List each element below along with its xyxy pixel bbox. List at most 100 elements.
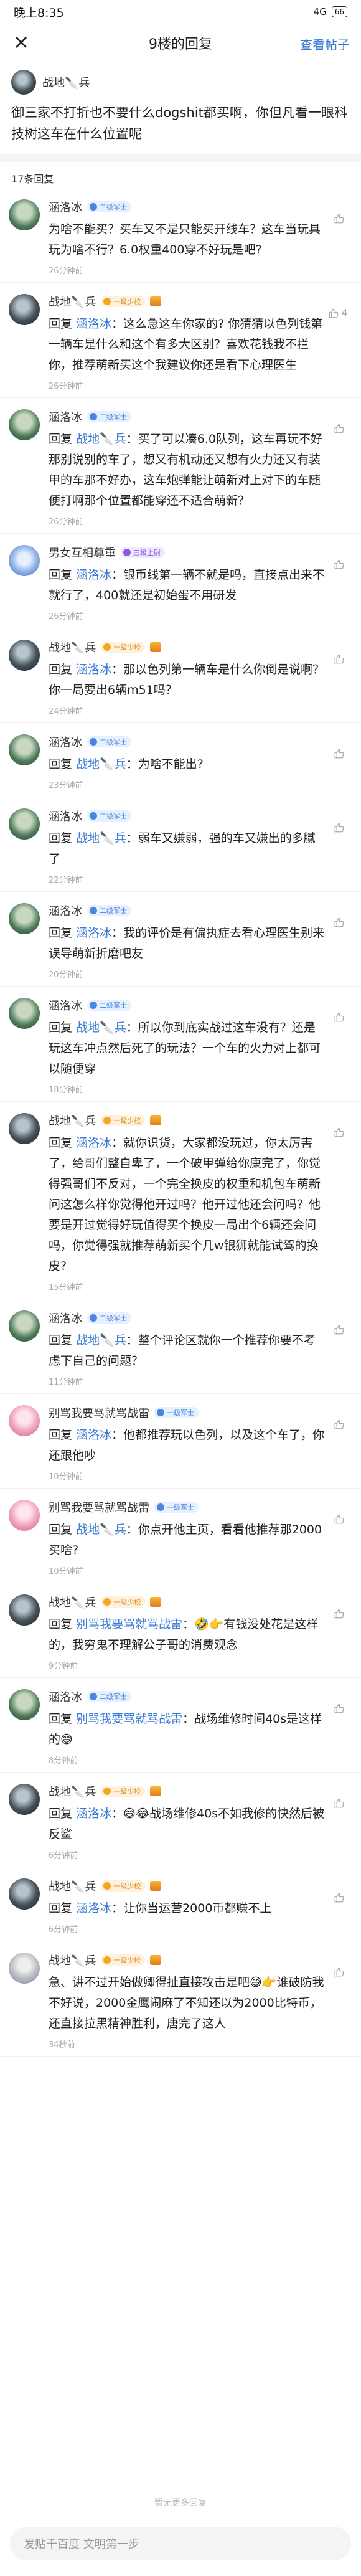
like-button[interactable] xyxy=(334,1127,347,1138)
username[interactable]: 战地🔪兵 xyxy=(49,1952,96,1968)
reply-target-user[interactable]: 涵洛冰 xyxy=(76,1428,111,1442)
username[interactable]: 涵洛冰 xyxy=(49,1688,82,1705)
reply-item[interactable]: 别骂我要骂就骂战雷 一级军士 回复 战地🔪兵：你点开他主页，看看他推荐那2000买啥… xyxy=(0,1489,361,1583)
reply-item[interactable]: 战地🔪兵 一级少校 回复 涵洛冰：那以色列第一辆车是什么你倒是说啊？你一局要出6辆m… xyxy=(0,628,361,723)
reply-item[interactable]: 战地🔪兵 一级少校 回复 涵洛冰：让你当运营2000币都赚不上 6分钟前 xyxy=(0,1867,361,1941)
reply-item[interactable]: 战地🔪兵 一级少校 回复 涵洛冰：😅😂战场维修40s不如我修的快然后被反鲨 6分钟前 xyxy=(0,1773,361,1867)
reply-target-user[interactable]: 涵洛冰 xyxy=(76,1136,111,1150)
avatar[interactable] xyxy=(9,1784,40,1815)
username[interactable]: 涵洛冰 xyxy=(49,1310,82,1326)
avatar[interactable] xyxy=(9,1405,40,1436)
username[interactable]: 别骂我要骂就骂战雷 xyxy=(49,1404,149,1421)
username[interactable]: 战地🔪兵 xyxy=(49,1878,96,1894)
username[interactable]: 战地🔪兵 xyxy=(49,1112,96,1129)
avatar[interactable] xyxy=(9,545,40,576)
like-button[interactable] xyxy=(334,1892,347,1903)
reply-target-user[interactable]: 涵洛冰 xyxy=(76,1901,111,1915)
reply-target-user[interactable]: 战地🔪兵 xyxy=(76,757,126,771)
like-button[interactable] xyxy=(334,1608,347,1619)
rank-badge: 一级少校 xyxy=(101,1115,146,1126)
like-button[interactable] xyxy=(334,917,347,928)
username[interactable]: 涵洛冰 xyxy=(49,734,82,750)
rank-badge: 二级军士 xyxy=(87,1000,131,1011)
reply-item[interactable]: 战地🔪兵 一级少校 急、讲不过开始做卿得扯直接攻击是吧😅👉谁破防我不好说，2000金… xyxy=(0,1941,361,2057)
avatar[interactable] xyxy=(9,1500,40,1531)
reply-time: 10分钟前 xyxy=(49,1472,83,1482)
reply-target-user[interactable]: 涵洛冰 xyxy=(76,663,111,676)
reply-item[interactable]: 涵洛冰 二级军士 回复 战地🔪兵：买了可以凑6.0队列，这车再玩不好那别说别的车了，… xyxy=(0,398,361,534)
reply-item[interactable]: 战地🔪兵 一级少校 回复 涵洛冰：就你识货，大家都没玩过，你太厉害了，给哥们整自卑了… xyxy=(0,1102,361,1299)
username[interactable]: 涵洛冰 xyxy=(49,902,82,919)
like-button[interactable] xyxy=(334,1513,347,1525)
username[interactable]: 涵洛冰 xyxy=(49,997,82,1013)
username[interactable]: 涵洛冰 xyxy=(49,808,82,824)
avatar[interactable] xyxy=(9,1953,40,1984)
reply-target-user[interactable]: 别骂我要骂就骂战雷 xyxy=(76,1712,182,1726)
reply-target-user[interactable]: 涵洛冰 xyxy=(76,568,111,582)
avatar[interactable] xyxy=(9,1594,40,1626)
like-button[interactable] xyxy=(334,1324,347,1335)
reply-item[interactable]: 涵洛冰 二级军士 回复 战地🔪兵：弱车又嫌弱，强的车又嫌出的多腻了 22分钟前 xyxy=(0,797,361,892)
reply-text: 回复 涵洛冰：他都推荐玩以色列，以及这个车了，你还跟他吵 xyxy=(49,1425,352,1466)
thumb-up-icon xyxy=(329,308,339,318)
like-button[interactable] xyxy=(334,1797,347,1809)
reply-target-user[interactable]: 别骂我要骂就骂战雷 xyxy=(76,1617,182,1631)
avatar[interactable] xyxy=(9,640,40,671)
reply-item[interactable]: 别骂我要骂就骂战雷 一级军士 回复 涵洛冰：他都推荐玩以色列，以及这个车了，你还跟他… xyxy=(0,1394,361,1489)
reply-input[interactable]: 发贴千百度 文明第一步 xyxy=(10,2527,351,2560)
username[interactable]: 战地🔪兵 xyxy=(49,1594,96,1610)
reply-target-user[interactable]: 涵洛冰 xyxy=(76,926,111,940)
like-button[interactable] xyxy=(334,213,347,224)
username[interactable]: 战地🔪兵 xyxy=(49,293,96,310)
avatar[interactable] xyxy=(9,1310,40,1342)
avatar[interactable] xyxy=(9,409,40,440)
like-button[interactable] xyxy=(334,1419,347,1430)
avatar[interactable] xyxy=(11,70,36,95)
reply-item[interactable]: 涵洛冰 二级军士 回复 别骂我要骂就骂战雷：战场维修时间40s是这样的😅 8分钟前 xyxy=(0,1678,361,1773)
reply-target-user[interactable]: 战地🔪兵 xyxy=(76,831,126,845)
avatar[interactable] xyxy=(9,734,40,765)
rank-badge: 三级上尉 xyxy=(121,547,165,558)
reply-item[interactable]: 涵洛冰 二级军士 为啥不能买？买车又不是只能买开线车？这车当玩具玩为啥不行？6.0权… xyxy=(0,188,361,283)
avatar[interactable] xyxy=(9,199,40,230)
reply-target-user[interactable]: 战地🔪兵 xyxy=(76,432,126,446)
like-button[interactable] xyxy=(334,822,347,833)
like-button[interactable] xyxy=(334,1011,347,1023)
reply-item[interactable]: 涵洛冰 二级军士 回复 涵洛冰：我的评价是有偏执症去看心理医生别来误导萌新折磨吧友 2… xyxy=(0,892,361,987)
like-button[interactable]: 4 xyxy=(328,308,347,319)
like-button[interactable] xyxy=(334,1703,347,1714)
close-icon[interactable]: × xyxy=(10,31,32,54)
reply-time: 34秒前 xyxy=(49,2040,75,2050)
reply-item[interactable]: 涵洛冰 二级军士 回复 战地🔪兵：所以你到底实战过这车没有？还是玩这车冲点然后死了的… xyxy=(0,987,361,1102)
like-button[interactable] xyxy=(334,748,347,759)
reply-target-user[interactable]: 战地🔪兵 xyxy=(76,1333,126,1347)
like-button[interactable] xyxy=(334,559,347,570)
reply-item[interactable]: 战地🔪兵 一级少校 回复 别骂我要骂就骂战雷：🤣👉有钱没处花是这样的，我穷鬼不理解公… xyxy=(0,1583,361,1678)
username[interactable]: 涵洛冰 xyxy=(49,199,82,215)
avatar[interactable] xyxy=(9,1113,40,1144)
avatar[interactable] xyxy=(9,1878,40,1910)
avatar[interactable] xyxy=(9,808,40,840)
op-author-name[interactable]: 战地🔪兵 xyxy=(42,74,90,90)
reply-item[interactable]: 男女互相尊重 三级上尉 回复 涵洛冰：银币线第一辆不就是吗，直接点出来不就行了，40… xyxy=(0,534,361,628)
avatar[interactable] xyxy=(9,1689,40,1720)
reply-item[interactable]: 涵洛冰 二级军士 回复 战地🔪兵：为啥不能出? 23分钟前 xyxy=(0,723,361,797)
username[interactable]: 战地🔪兵 xyxy=(49,639,96,655)
view-post-button[interactable]: 查看帖子 xyxy=(300,35,350,53)
username[interactable]: 别骂我要骂就骂战雷 xyxy=(49,1499,149,1515)
reply-target-user[interactable]: 战地🔪兵 xyxy=(76,1021,126,1035)
username[interactable]: 男女互相尊重 xyxy=(49,544,116,561)
like-button[interactable] xyxy=(334,423,347,434)
reply-item[interactable]: 涵洛冰 二级军士 回复 战地🔪兵：整个评论区就你一个推荐你要不考虑下自己的问题？ 11… xyxy=(0,1299,361,1394)
username[interactable]: 战地🔪兵 xyxy=(49,1783,96,1799)
avatar[interactable] xyxy=(9,294,40,325)
like-button[interactable] xyxy=(334,653,347,665)
like-button[interactable] xyxy=(334,1966,347,1977)
username[interactable]: 涵洛冰 xyxy=(49,409,82,425)
reply-target-user[interactable]: 涵洛冰 xyxy=(76,1807,111,1821)
reply-target-user[interactable]: 战地🔪兵 xyxy=(76,1523,126,1537)
reply-item[interactable]: 战地🔪兵 一级少校 4 回复 涵洛冰：这么急这车你家的? 你猜猜以色列钱第一辆车是什么… xyxy=(0,283,361,398)
avatar[interactable] xyxy=(9,903,40,934)
reply-target-user[interactable]: 涵洛冰 xyxy=(76,317,111,331)
avatar[interactable] xyxy=(9,998,40,1029)
